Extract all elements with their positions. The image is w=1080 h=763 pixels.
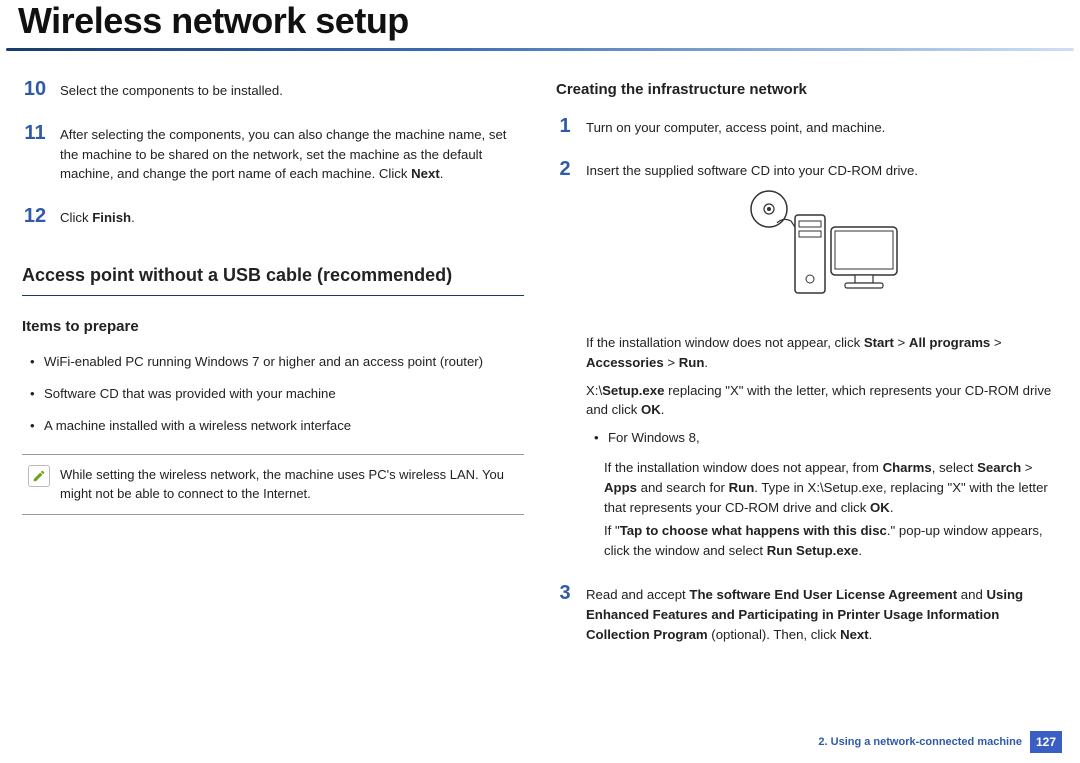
section-heading: Access point without a USB cable (recomm… bbox=[22, 262, 524, 289]
step-11: 11 After selecting the components, you c… bbox=[22, 123, 524, 188]
step-text: Click Finish. bbox=[60, 208, 524, 228]
step-number: 10 bbox=[22, 79, 48, 99]
pencil-icon bbox=[32, 469, 46, 483]
windows8-text: If the installation window does not appe… bbox=[586, 458, 1058, 517]
subsection-heading: Creating the infrastructure network bbox=[556, 79, 1058, 102]
page-title: Wireless network setup bbox=[18, 0, 1062, 46]
step-body: After selecting the components, you can … bbox=[60, 123, 524, 188]
list-item: For Windows 8, bbox=[590, 428, 1058, 448]
step-body: Insert the supplied software CD into you… bbox=[586, 159, 1058, 565]
step-body: Read and accept The software End User Li… bbox=[586, 583, 1058, 648]
windows8-list: For Windows 8, bbox=[586, 428, 1058, 448]
subsection-heading: Items to prepare bbox=[22, 316, 524, 339]
right-column: Creating the infrastructure network 1 Tu… bbox=[556, 79, 1058, 666]
step-text: After selecting the components, you can … bbox=[60, 125, 524, 184]
list-item: Software CD that was provided with your … bbox=[26, 384, 524, 404]
note-box: While setting the wireless network, the … bbox=[22, 454, 524, 515]
page-header: Wireless network setup bbox=[0, 0, 1080, 48]
step-body: Click Finish. bbox=[60, 206, 524, 232]
step-10: 10 Select the components to be installed… bbox=[22, 79, 524, 105]
step-3: 3 Read and accept The software End User … bbox=[556, 583, 1058, 648]
step-text: Read and accept The software End User Li… bbox=[586, 585, 1058, 644]
step-text: Turn on your computer, access point, and… bbox=[586, 118, 1058, 138]
step-number: 1 bbox=[556, 116, 574, 136]
step-number: 2 bbox=[556, 159, 574, 179]
left-column: 10 Select the components to be installed… bbox=[22, 79, 524, 666]
page-footer: 2. Using a network-connected machine 127 bbox=[818, 731, 1062, 753]
step-number: 3 bbox=[556, 583, 574, 603]
install-fallback-text: If the installation window does not appe… bbox=[586, 333, 1058, 373]
step-number: 12 bbox=[22, 206, 48, 226]
step-12: 12 Click Finish. bbox=[22, 206, 524, 232]
footer-page-number: 127 bbox=[1030, 731, 1062, 753]
list-item: WiFi-enabled PC running Windows 7 or hig… bbox=[26, 352, 524, 372]
footer-chapter: 2. Using a network-connected machine bbox=[818, 736, 1022, 748]
step-body: Select the components to be installed. bbox=[60, 79, 524, 105]
step-text: Insert the supplied software CD into you… bbox=[586, 161, 1058, 181]
step-1: 1 Turn on your computer, access point, a… bbox=[556, 116, 1058, 142]
pencil-note-icon bbox=[28, 465, 50, 487]
cd-computer-illustration bbox=[586, 187, 1058, 317]
content-columns: 10 Select the components to be installed… bbox=[0, 51, 1080, 666]
step-2: 2 Insert the supplied software CD into y… bbox=[556, 159, 1058, 565]
step-number: 11 bbox=[22, 123, 48, 143]
list-item: A machine installed with a wireless netw… bbox=[26, 416, 524, 436]
tap-disc-text: If "Tap to choose what happens with this… bbox=[586, 521, 1058, 561]
setup-exe-text: X:\Setup.exe replacing "X" with the lett… bbox=[586, 381, 1058, 421]
step-text: Select the components to be installed. bbox=[60, 81, 524, 101]
section-rule bbox=[22, 295, 524, 296]
step-body: Turn on your computer, access point, and… bbox=[586, 116, 1058, 142]
items-list: WiFi-enabled PC running Windows 7 or hig… bbox=[22, 352, 524, 435]
note-text: While setting the wireless network, the … bbox=[60, 465, 518, 504]
illustration-icon bbox=[737, 187, 907, 317]
